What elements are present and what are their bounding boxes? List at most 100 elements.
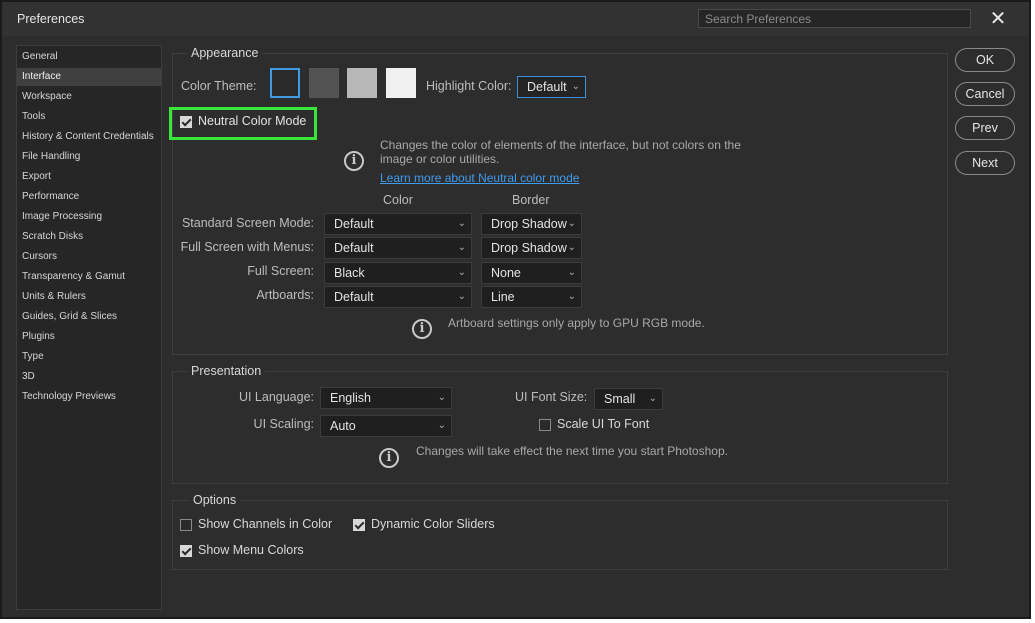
info-icon: i: [344, 151, 364, 171]
neutral-info-text: Changes the color of elements of the int…: [380, 138, 741, 166]
scale-ui-to-font-label: Scale UI To Font: [557, 417, 650, 431]
artboards-border-dropdown[interactable]: Line ⌄: [481, 286, 582, 308]
full-screen-menus-color-dropdown[interactable]: Default ⌄: [324, 237, 472, 259]
neutral-learn-more-link[interactable]: Learn more about Neutral color mode: [380, 171, 579, 185]
color-theme-swatch-dark[interactable]: [309, 68, 339, 98]
color-column-header: Color: [383, 193, 413, 207]
sidebar-item-performance[interactable]: Performance: [17, 188, 161, 206]
full-screen-border-dropdown[interactable]: None ⌄: [481, 262, 582, 284]
neutral-color-mode-checkbox[interactable]: [180, 116, 192, 128]
show-menu-colors-checkbox[interactable]: [180, 545, 192, 557]
chevron-down-icon: ⌄: [648, 393, 657, 404]
dropdown-value: Line: [491, 290, 515, 304]
appearance-title: Appearance: [187, 46, 263, 60]
ui-font-size-label: UI Font Size:: [515, 390, 588, 404]
artboard-info-text: Artboard settings only apply to GPU RGB …: [448, 316, 705, 330]
ui-language-dropdown[interactable]: English ⌄: [320, 387, 452, 409]
standard-screen-color-dropdown[interactable]: Default ⌄: [324, 213, 472, 235]
chevron-down-icon: ⌄: [437, 392, 446, 403]
options-title: Options: [189, 493, 241, 507]
chevron-down-icon: ⌄: [567, 218, 576, 229]
dropdown-value: Small: [604, 392, 636, 406]
chevron-down-icon: ⌄: [437, 420, 446, 431]
color-theme-label: Color Theme:: [181, 79, 257, 93]
color-theme-swatch-darkest[interactable]: [270, 68, 300, 98]
dropdown-value: Drop Shadow: [491, 217, 567, 231]
close-icon[interactable]: ✕: [988, 9, 1008, 30]
chevron-down-icon: ⌄: [457, 267, 466, 278]
chevron-down-icon: ⌄: [567, 267, 576, 278]
dynamic-color-sliders-label: Dynamic Color Sliders: [371, 517, 495, 531]
standard-screen-border-dropdown[interactable]: Drop Shadow ⌄: [481, 213, 582, 235]
chevron-down-icon: ⌄: [571, 81, 580, 92]
ui-font-size-dropdown[interactable]: Small ⌄: [594, 388, 663, 410]
sidebar-item-general[interactable]: General: [17, 48, 161, 66]
dropdown-value: Black: [334, 266, 365, 280]
ui-language-label: UI Language:: [238, 390, 314, 404]
scale-ui-to-font-checkbox[interactable]: [539, 419, 551, 431]
highlight-color-dropdown[interactable]: Default ⌄: [517, 76, 586, 98]
sidebar-item-file-handling[interactable]: File Handling: [17, 148, 161, 166]
color-theme-swatch-light[interactable]: [347, 68, 377, 98]
info-icon: i: [412, 319, 432, 339]
sidebar-item-image-processing[interactable]: Image Processing: [17, 208, 161, 226]
full-screen-color-dropdown[interactable]: Black ⌄: [324, 262, 472, 284]
sidebar-item-technology-previews[interactable]: Technology Previews: [17, 388, 161, 406]
highlight-color-label: Highlight Color:: [426, 79, 512, 93]
artboards-label: Artboards:: [256, 288, 314, 302]
show-channels-in-color-checkbox[interactable]: [180, 519, 192, 531]
full-screen-menus-border-dropdown[interactable]: Drop Shadow ⌄: [481, 237, 582, 259]
border-column-header: Border: [512, 193, 550, 207]
sidebar-item-guides-grid-slices[interactable]: Guides, Grid & Slices: [17, 308, 161, 326]
presentation-title: Presentation: [187, 364, 266, 378]
appearance-group: [172, 53, 948, 355]
sidebar-item-scratch-disks[interactable]: Scratch Disks: [17, 228, 161, 246]
chevron-down-icon: ⌄: [567, 291, 576, 302]
sidebar-item-export[interactable]: Export: [17, 168, 161, 186]
full-screen-menus-label: Full Screen with Menus:: [180, 240, 314, 254]
title-bar: Preferences ✕: [2, 2, 1029, 36]
full-screen-label: Full Screen:: [247, 264, 314, 278]
search-preferences-input[interactable]: [698, 9, 971, 28]
window-title: Preferences: [17, 12, 85, 26]
show-menu-colors-label: Show Menu Colors: [198, 543, 304, 557]
highlight-color-value: Default: [527, 80, 567, 94]
sidebar-item-units-rulers[interactable]: Units & Rulers: [17, 288, 161, 306]
cancel-button[interactable]: Cancel: [955, 82, 1015, 106]
standard-screen-mode-label: Standard Screen Mode:: [181, 216, 314, 230]
sidebar-item-3d[interactable]: 3D: [17, 368, 161, 386]
sidebar-item-tools[interactable]: Tools: [17, 108, 161, 126]
dropdown-value: Default: [334, 241, 374, 255]
dropdown-value: Drop Shadow: [491, 241, 567, 255]
presentation-info-text: Changes will take effect the next time y…: [416, 444, 728, 458]
dynamic-color-sliders-checkbox[interactable]: [353, 519, 365, 531]
sidebar-item-type[interactable]: Type: [17, 348, 161, 366]
sidebar-item-transparency-gamut[interactable]: Transparency & Gamut: [17, 268, 161, 286]
sidebar-item-history-content-credentials[interactable]: History & Content Credentials: [17, 128, 161, 146]
dropdown-value: None: [491, 266, 521, 280]
chevron-down-icon: ⌄: [457, 242, 466, 253]
dropdown-value: Auto: [330, 419, 356, 433]
next-button[interactable]: Next: [955, 151, 1015, 175]
dropdown-value: Default: [334, 217, 374, 231]
preferences-sidebar: General Interface Workspace Tools History & …: [16, 45, 162, 610]
sidebar-item-cursors[interactable]: Cursors: [17, 248, 161, 266]
color-theme-swatch-lightest[interactable]: [386, 68, 416, 98]
chevron-down-icon: ⌄: [457, 291, 466, 302]
ok-button[interactable]: OK: [955, 48, 1015, 72]
sidebar-item-workspace[interactable]: Workspace: [17, 88, 161, 106]
preferences-dialog: Preferences ✕ General Interface Workspace T…: [0, 0, 1031, 619]
sidebar-item-plugins[interactable]: Plugins: [17, 328, 161, 346]
artboards-color-dropdown[interactable]: Default ⌄: [324, 286, 472, 308]
neutral-color-mode-label: Neutral Color Mode: [198, 114, 307, 128]
dropdown-value: English: [330, 391, 371, 405]
ui-scaling-dropdown[interactable]: Auto ⌄: [320, 415, 452, 437]
sidebar-item-interface[interactable]: Interface: [17, 68, 161, 86]
chevron-down-icon: ⌄: [457, 218, 466, 229]
chevron-down-icon: ⌄: [567, 242, 576, 253]
prev-button[interactable]: Prev: [955, 116, 1015, 140]
ui-scaling-label: UI Scaling:: [253, 417, 314, 431]
dropdown-value: Default: [334, 290, 374, 304]
options-group: [172, 500, 948, 570]
show-channels-in-color-label: Show Channels in Color: [198, 517, 333, 531]
